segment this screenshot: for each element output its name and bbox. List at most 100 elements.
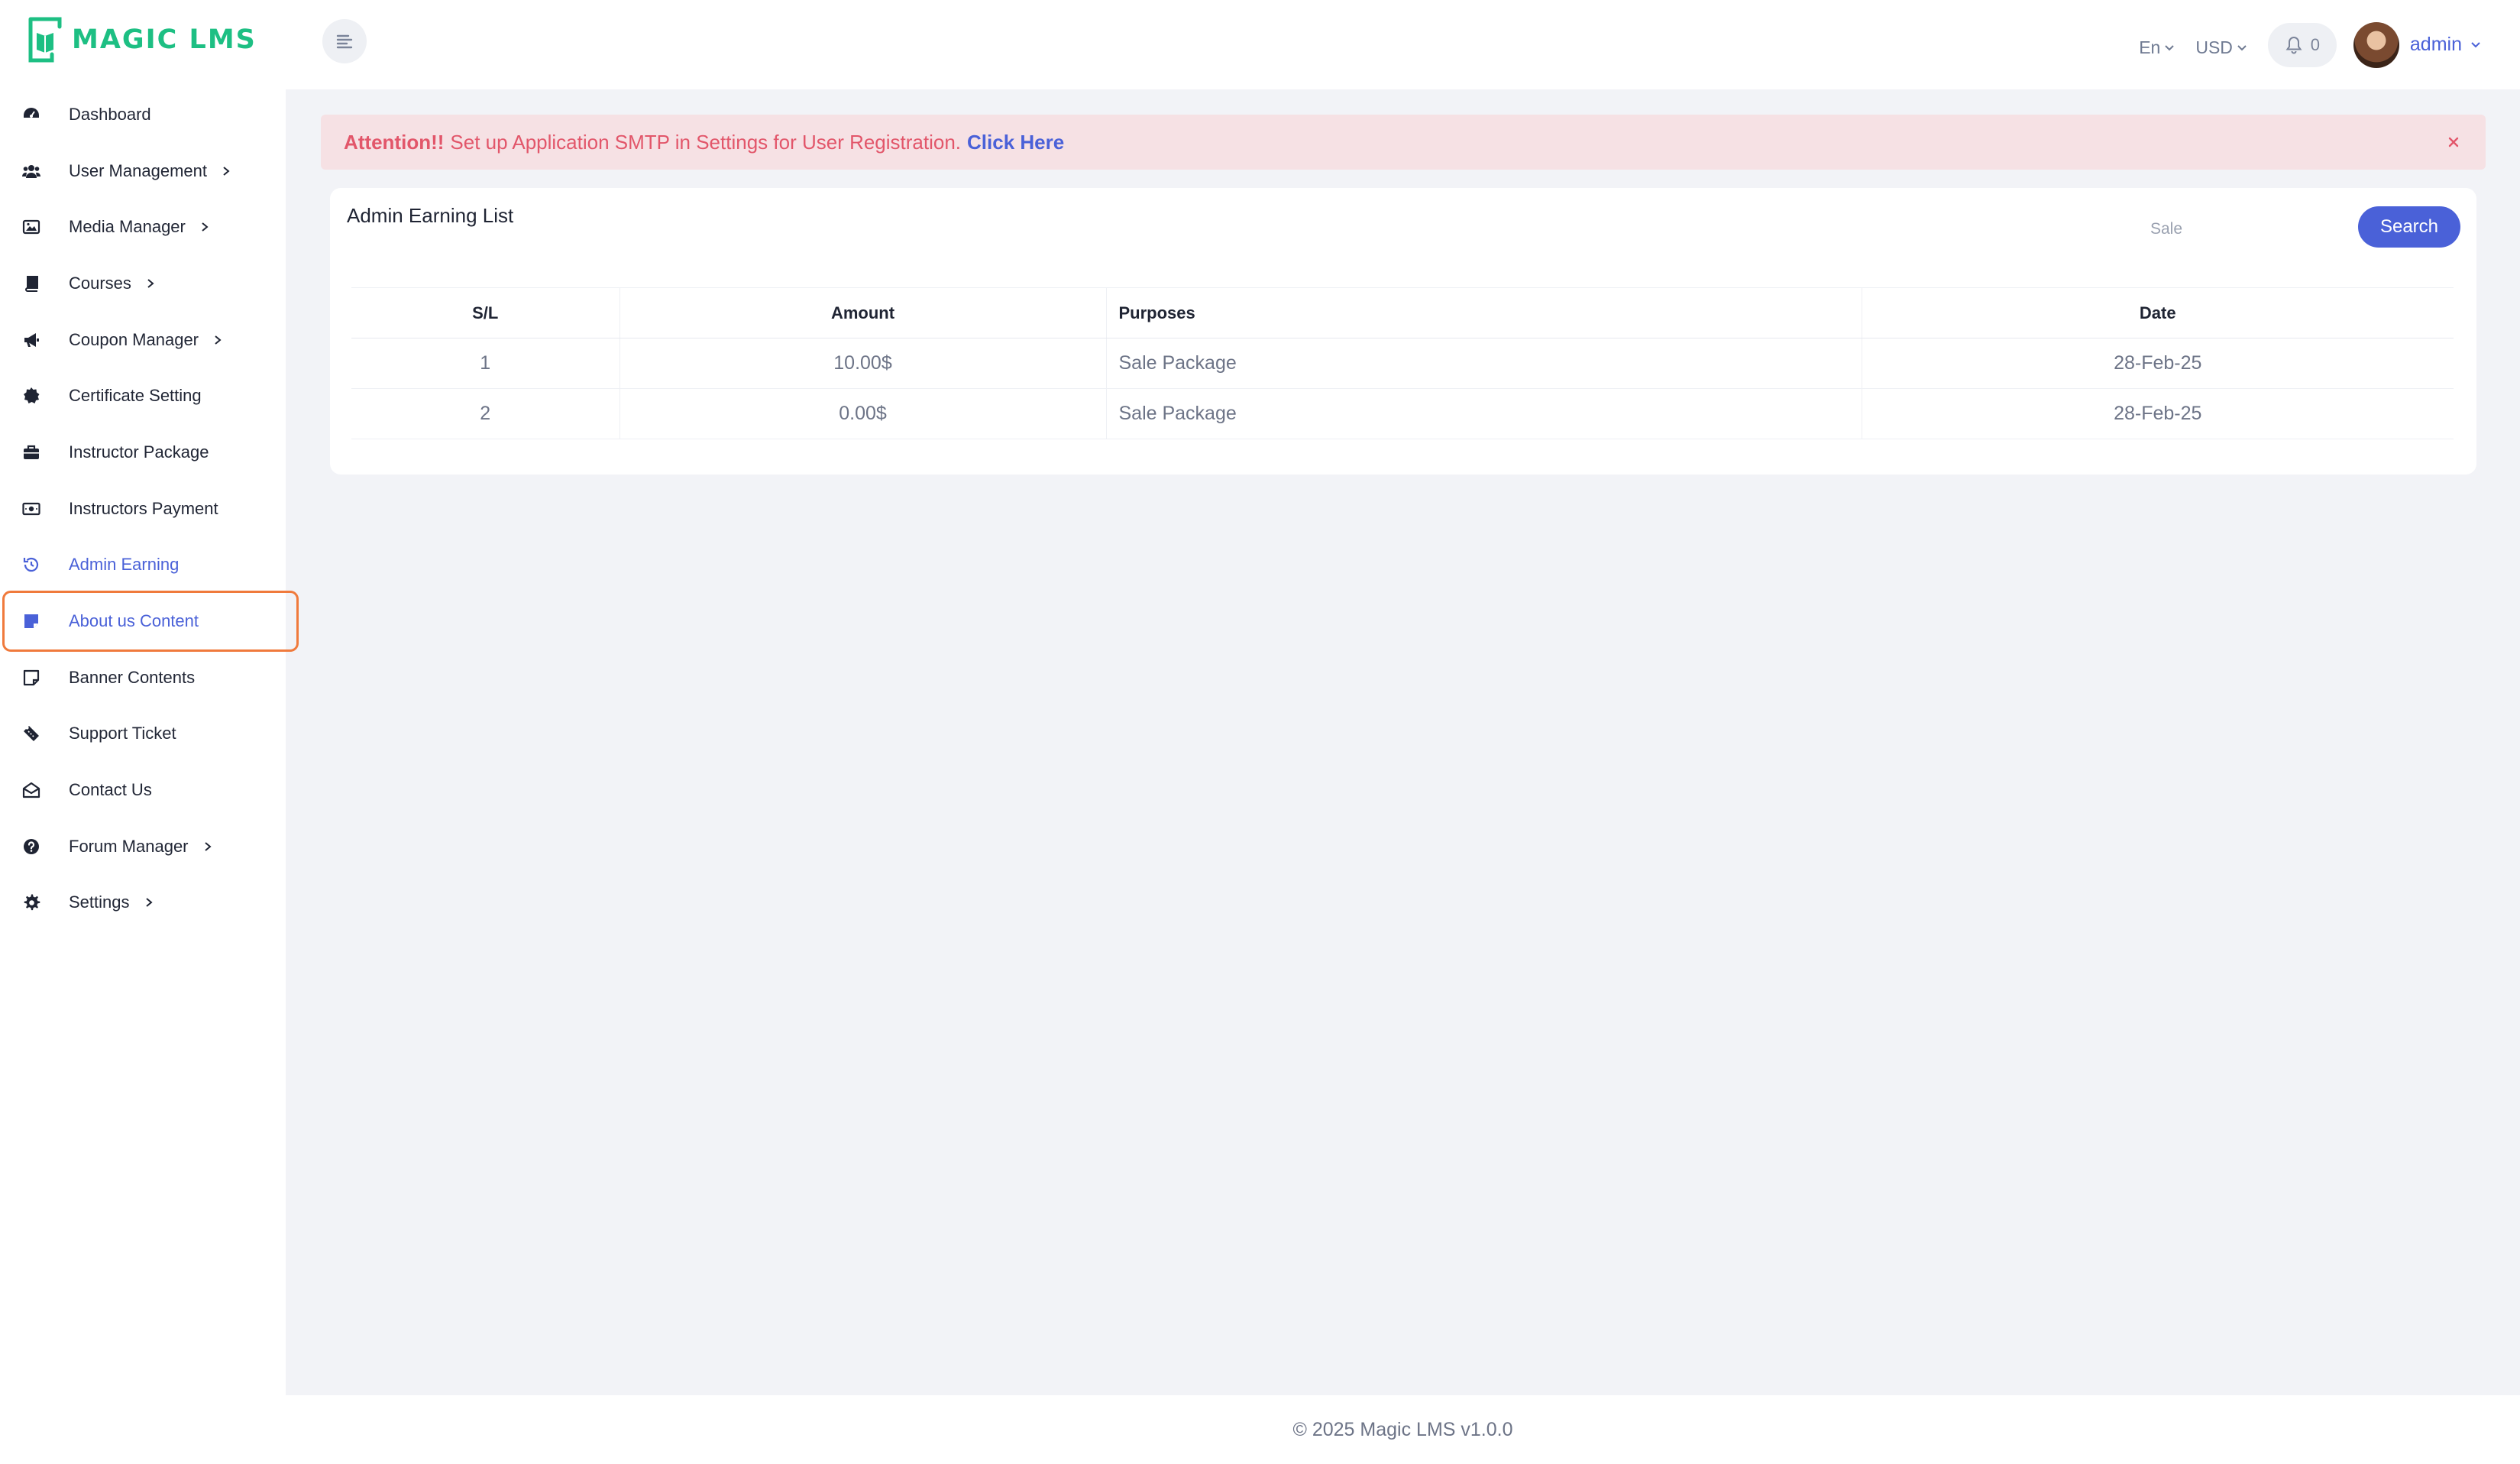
badge-icon [21,386,41,406]
topbar: En USD 0 admin [286,0,2520,89]
chevron-right-icon [145,278,156,289]
history-icon [21,555,41,575]
bell-icon [2285,36,2302,53]
dashboard-icon [21,105,41,125]
sidebar-item-contact-us[interactable]: Contact Us [0,762,286,818]
sidebar-item-label: Courses [69,273,131,293]
user-menu[interactable]: admin [2410,34,2482,56]
smtp-alert: Attention!! Set up Application SMTP in S… [321,115,2486,170]
image-icon [21,217,41,237]
envelope-open-icon [21,780,41,800]
earning-table: S/L Amount Purposes Date 1 10.00$ Sale P… [351,287,2454,439]
cell-sl: 1 [351,338,620,389]
search-button[interactable]: Search [2358,206,2460,248]
alert-message: Set up Application SMTP in Settings for … [450,130,962,154]
sidebar-item-banner-contents[interactable]: Banner Contents [0,649,286,706]
sticky-note-icon [21,668,41,688]
notifications-button[interactable]: 0 [2267,22,2337,67]
currency-dropdown[interactable]: USD [2195,37,2248,58]
chevron-right-icon [199,222,210,232]
book-icon [21,274,41,293]
chevron-right-icon [202,841,213,852]
column-header[interactable]: Purposes [1106,287,1862,338]
avatar[interactable] [2353,21,2399,68]
user-name: admin [2409,34,2462,55]
cell-date: 28-Feb-25 [1862,388,2454,439]
question-circle-icon [21,837,41,857]
footer: © 2025 Magic LMS v1.0.0 [286,1395,2520,1464]
column-header[interactable]: Date [1862,287,2454,338]
menu-lines-icon [336,34,353,49]
briefcase-icon [21,442,41,462]
sidebar-item-forum-manager[interactable]: Forum Manager [0,818,286,875]
language-value: En [2139,37,2161,57]
cell-purpose: Sale Package [1106,338,1862,389]
footer-text: © 2025 Magic LMS v1.0.0 [1292,1418,1513,1440]
column-header[interactable]: S/L [351,287,620,338]
sidebar: MAGIC LMS Dashboard User Management Medi… [0,0,299,1464]
language-dropdown[interactable]: En [2139,37,2175,58]
gear-icon [21,892,41,912]
cell-date: 28-Feb-25 [1862,338,2454,389]
sidebar-item-label: Settings [69,892,130,912]
sidebar-item-label: Coupon Manager [69,329,199,349]
card-title: Admin Earning List [347,204,514,227]
cell-sl: 2 [351,388,620,439]
cell-purpose: Sale Package [1106,388,1862,439]
chevron-right-icon [221,166,231,177]
sidebar-item-label: Instructor Package [69,442,209,462]
currency-value: USD [2195,37,2233,57]
chevron-right-icon [212,335,223,345]
sidebar-item-label: Forum Manager [69,836,189,856]
sidebar-item-label: Banner Contents [69,667,196,687]
alert-link[interactable]: Click Here [967,131,1064,154]
close-icon[interactable] [2443,131,2464,153]
sidebar-item-courses[interactable]: Courses [0,255,286,312]
sidebar-item-user-management[interactable]: User Management [0,143,286,199]
sidebar-nav: Dashboard User Management Media Manager … [0,86,299,931]
chevron-right-icon [144,897,154,908]
table-row: 2 0.00$ Sale Package 28-Feb-25 [351,388,2454,439]
megaphone-icon [21,330,41,350]
sidebar-item-media-manager[interactable]: Media Manager [0,199,286,255]
users-icon [21,161,41,181]
sidebar-item-label: About us Content [69,611,199,631]
table-header-row: S/L Amount Purposes Date [351,287,2454,338]
sidebar-item-label: Certificate Setting [69,386,202,406]
brand-name: MAGIC LMS [72,24,257,55]
cell-amount: 0.00$ [619,388,1107,439]
menu-toggle-button[interactable] [322,19,367,63]
chevron-down-icon [2165,44,2175,50]
sidebar-item-about-us-content[interactable]: About us Content [2,591,299,652]
sidebar-item-dashboard[interactable]: Dashboard [0,86,286,143]
chevron-down-icon [2471,41,2480,47]
notification-count: 0 [2310,34,2321,54]
logo[interactable]: MAGIC LMS [26,15,257,64]
note-icon [21,611,41,631]
cell-amount: 10.00$ [619,338,1107,389]
search-input[interactable] [2134,208,2350,251]
ticket-icon [21,724,41,743]
sidebar-item-instructor-package[interactable]: Instructor Package [0,424,286,481]
sidebar-item-certificate-setting[interactable]: Certificate Setting [0,368,286,424]
sidebar-item-label: Support Ticket [69,724,176,743]
sidebar-item-label: Contact Us [69,780,152,800]
sidebar-item-support-ticket[interactable]: Support Ticket [0,706,286,763]
money-icon [21,499,41,519]
sidebar-item-settings[interactable]: Settings [0,875,286,931]
sidebar-item-label: Media Manager [69,217,186,237]
chevron-down-icon [2237,44,2247,50]
admin-earning-card: Admin Earning List Search S/L Amount Pur… [330,188,2476,475]
sidebar-item-instructors-payment[interactable]: Instructors Payment [0,481,286,537]
table-row: 1 10.00$ Sale Package 28-Feb-25 [351,338,2454,389]
sidebar-item-label: Instructors Payment [69,498,218,518]
column-header[interactable]: Amount [619,287,1107,338]
logo-mark-icon [28,17,62,63]
sidebar-item-admin-earning[interactable]: Admin Earning [0,537,286,594]
sidebar-item-coupon-manager[interactable]: Coupon Manager [0,312,286,368]
sidebar-item-label: Admin Earning [69,555,180,575]
sidebar-item-label: Dashboard [69,104,151,124]
topbar-right: En USD 0 admin [2139,0,2520,89]
sidebar-item-label: User Management [69,160,207,180]
alert-prefix: Attention!! [344,130,445,154]
